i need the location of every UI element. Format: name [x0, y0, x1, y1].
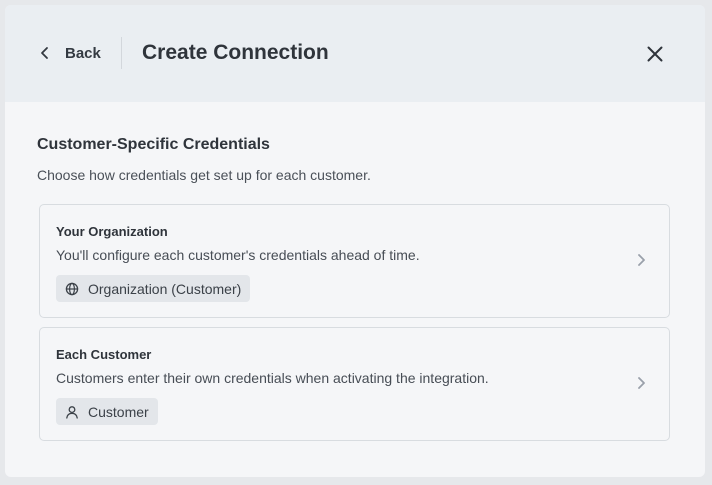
close-button[interactable] [643, 42, 667, 66]
globe-icon [65, 282, 79, 296]
back-button[interactable]: Back [39, 41, 101, 65]
badge-label: Organization (Customer) [88, 280, 242, 297]
organization-badge: Organization (Customer) [56, 275, 251, 302]
header-divider [121, 37, 122, 69]
page-title: Create Connection [142, 41, 329, 64]
section-subtitle: Choose how credentials get set up for ea… [37, 167, 371, 183]
user-icon [65, 405, 79, 419]
chevron-left-icon [39, 46, 51, 60]
option-title: Each Customer [56, 347, 152, 362]
option-description: You'll configure each customer's credent… [56, 247, 420, 263]
chevron-right-icon [633, 375, 649, 391]
option-each-customer[interactable]: Each Customer Customers enter their own … [39, 327, 670, 441]
option-description: Customers enter their own credentials wh… [56, 370, 489, 386]
chevron-right-icon [633, 252, 649, 268]
customer-badge: Customer [56, 398, 158, 425]
badge-label: Customer [88, 403, 149, 420]
section-title: Customer-Specific Credentials [37, 136, 270, 153]
option-title: Your Organization [56, 224, 168, 239]
option-your-organization[interactable]: Your Organization You'll configure each … [39, 204, 670, 318]
close-icon [643, 42, 667, 66]
modal-header: Back Create Connection [5, 5, 705, 102]
create-connection-modal: Back Create Connection Customer-Specific… [5, 5, 705, 477]
back-label: Back [65, 44, 101, 62]
